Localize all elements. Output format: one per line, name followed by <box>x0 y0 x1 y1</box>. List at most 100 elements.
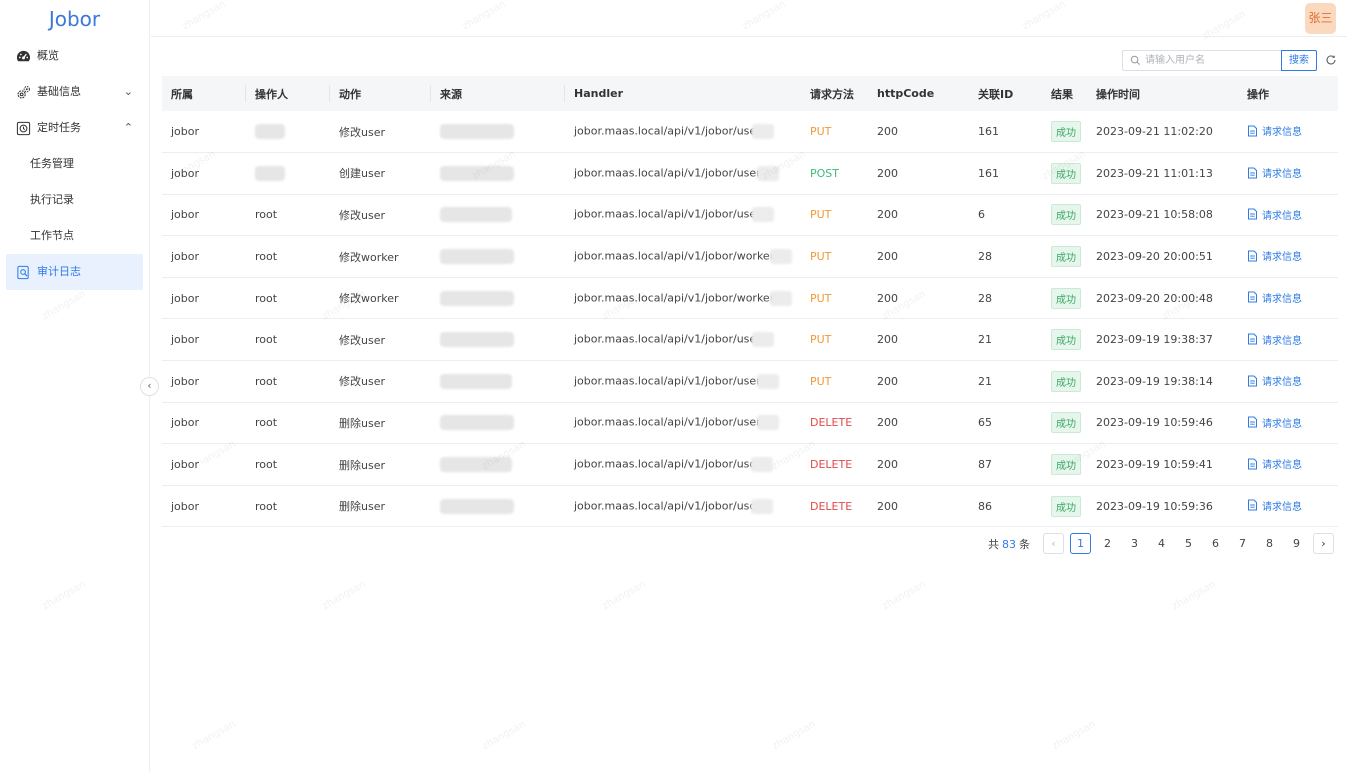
redacted-source <box>440 373 512 389</box>
sidebar-item-overview[interactable]: 概览 <box>0 38 149 74</box>
sidebar-item-scheduled-tasks[interactable]: 定时任务 ⌃ <box>0 110 149 146</box>
pagination-total-suffix: 条 <box>1019 537 1030 551</box>
request-info-link[interactable]: 请求信息 <box>1247 498 1302 513</box>
sidebar-item-execution-records[interactable]: 执行记录 <box>0 182 149 218</box>
search-field <box>1122 49 1285 71</box>
page-number-button[interactable]: 8 <box>1259 533 1280 554</box>
cell-operator-wrap: root <box>246 319 330 361</box>
cell-handler-wrap: jobor.maas.local/api/v1/jobor/user <box>565 402 801 444</box>
column-header-label: 操作 <box>1247 87 1269 101</box>
sidebar-item-audit-log[interactable]: 审计日志 <box>6 254 143 290</box>
cell-http-code: 200 <box>877 458 898 472</box>
page-number-button[interactable]: 4 <box>1151 533 1172 554</box>
request-info-label: 请求信息 <box>1262 252 1302 264</box>
cell-operator: root <box>255 416 278 430</box>
redacted-source <box>440 207 512 223</box>
page-number-button[interactable]: 7 <box>1232 533 1253 554</box>
page-number-button[interactable]: 2 <box>1097 533 1118 554</box>
cell-handler: jobor.maas.local/api/v1/jobor/use <box>574 332 757 346</box>
redacted-handler-tail <box>770 249 793 265</box>
document-icon <box>1248 167 1257 179</box>
cell-op-wrap: 请求信息 <box>1238 444 1338 486</box>
column-header[interactable]: 来源 <box>431 76 565 111</box>
request-info-link[interactable]: 请求信息 <box>1247 290 1302 305</box>
cell-result-wrap: 成功 <box>1042 153 1087 195</box>
page-number-button[interactable]: 5 <box>1178 533 1199 554</box>
request-info-link[interactable]: 请求信息 <box>1247 165 1302 180</box>
redacted-source <box>440 415 514 431</box>
pagination-total: 共 83 条 <box>988 536 1030 552</box>
page-number-button[interactable]: 1 <box>1070 533 1091 554</box>
cell-time: 2023-09-19 10:59:36 <box>1096 499 1213 513</box>
cell-handler-wrap: jobor.maas.local/api/v1/jobor/use <box>565 111 801 153</box>
column-header[interactable]: 动作 <box>330 76 431 111</box>
prev-page-button[interactable]: ‹ <box>1043 533 1064 554</box>
pagination-total-prefix: 共 <box>988 537 999 551</box>
chevron-left-icon: ‹ <box>1051 537 1056 550</box>
cell-result-wrap: 成功 <box>1042 236 1087 278</box>
cell-source <box>431 444 565 486</box>
cell-operator-wrap: root <box>246 485 330 527</box>
column-header[interactable]: 关联ID <box>969 76 1042 111</box>
cell-handler: jobor.maas.local/api/v1/jobor/worker <box>574 249 775 263</box>
sidebar-collapse-button[interactable]: ‹ <box>140 377 159 396</box>
main-content: 搜索 所属 操作人 动作 来源 Handler 请求方法 httpCode 关联… <box>151 38 1347 772</box>
request-info-link[interactable]: 请求信息 <box>1247 415 1302 430</box>
cell-source <box>431 485 565 527</box>
refresh-icon[interactable] <box>1325 54 1337 66</box>
page-number-button[interactable]: 9 <box>1286 533 1307 554</box>
column-header[interactable]: 所属 <box>162 76 246 111</box>
cell-owner: jobor <box>171 333 200 347</box>
column-header[interactable]: httpCode <box>868 76 969 111</box>
page-number-button[interactable]: 6 <box>1205 533 1226 554</box>
redacted-source <box>440 249 514 265</box>
request-info-label: 请求信息 <box>1262 127 1302 139</box>
next-page-button[interactable]: › <box>1313 533 1334 554</box>
sidebar-item-basic-info[interactable]: 基础信息 ⌄ <box>0 74 149 110</box>
column-header[interactable]: 请求方法 <box>801 76 868 111</box>
column-header[interactable]: 操作人 <box>246 76 330 111</box>
cell-method: PUT <box>810 333 832 347</box>
app-logo[interactable]: Jobor <box>0 0 149 38</box>
sidebar-item-task-management[interactable]: 任务管理 <box>0 146 149 182</box>
column-header[interactable]: 操作时间 <box>1087 76 1238 111</box>
toolbar: 搜索 <box>1122 49 1337 71</box>
request-info-link[interactable]: 请求信息 <box>1247 123 1302 138</box>
request-info-link[interactable]: 请求信息 <box>1247 248 1302 263</box>
cell-method: PUT <box>810 250 832 264</box>
cell-action: 修改worker <box>339 250 399 264</box>
document-icon <box>1248 291 1257 303</box>
cell-time: 2023-09-20 20:00:48 <box>1096 291 1213 305</box>
column-header[interactable]: 结果 <box>1042 76 1087 111</box>
request-info-link[interactable]: 请求信息 <box>1247 207 1302 222</box>
request-info-link[interactable]: 请求信息 <box>1247 373 1302 388</box>
cell-method: DELETE <box>810 416 853 430</box>
cell-op-wrap: 请求信息 <box>1238 153 1338 195</box>
cell-source <box>431 111 565 153</box>
avatar[interactable]: 张三 <box>1305 3 1336 34</box>
cell-method: PUT <box>810 208 832 222</box>
column-header[interactable]: Handler <box>565 76 801 111</box>
column-header-label: 关联ID <box>978 87 1014 101</box>
cell-handler: jobor.maas.local/api/v1/jobor/usc <box>574 457 756 471</box>
cell-source <box>431 153 565 195</box>
request-info-link[interactable]: 请求信息 <box>1247 332 1302 347</box>
table-header-row: 所属 操作人 动作 来源 Handler 请求方法 httpCode 关联ID … <box>162 76 1338 111</box>
request-info-link[interactable]: 请求信息 <box>1247 456 1302 471</box>
page-number-button[interactable]: 3 <box>1124 533 1145 554</box>
search-button[interactable]: 搜索 <box>1281 49 1317 71</box>
cell-related-id: 161 <box>978 166 999 180</box>
cell-http-code: 200 <box>877 166 898 180</box>
cell-operator: root <box>255 208 278 222</box>
document-icon <box>1248 499 1257 511</box>
sidebar-item-worker-nodes[interactable]: 工作节点 <box>0 218 149 254</box>
document-icon <box>1248 333 1257 345</box>
table-row: jobor root 修改user jobor.maas.local/api/v… <box>162 361 1338 403</box>
cell-owner: jobor <box>171 416 200 430</box>
cell-method: DELETE <box>810 499 853 513</box>
search-input[interactable] <box>1145 50 1285 70</box>
cell-source <box>431 277 565 319</box>
column-header[interactable]: 操作 <box>1238 76 1338 111</box>
redacted-source <box>440 457 512 473</box>
sidebar: Jobor 概览 基础信息 ⌄ 定时任务 ⌃ 任务管理 执行记录 工作节点 审计… <box>0 0 150 772</box>
